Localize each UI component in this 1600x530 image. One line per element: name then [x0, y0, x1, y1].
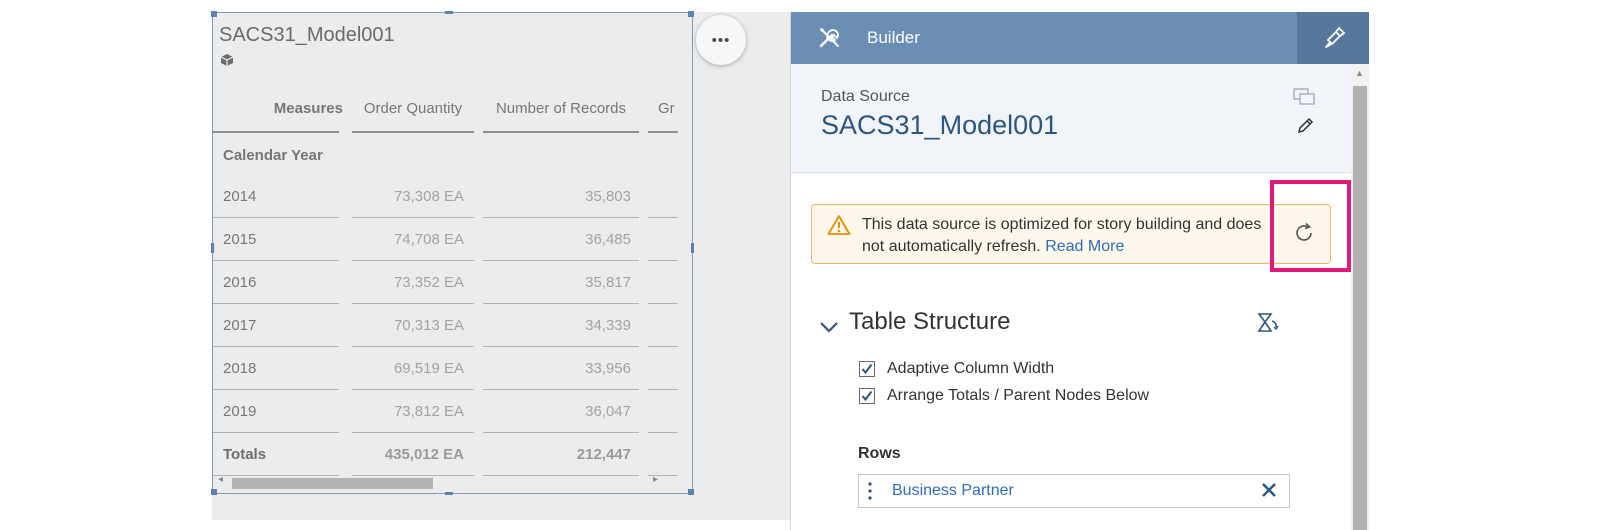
- number-of-records-cell[interactable]: 35,803: [483, 175, 631, 218]
- number-of-records-cell[interactable]: 212,447: [483, 433, 631, 476]
- chevron-down-icon[interactable]: [819, 319, 839, 335]
- checkbox[interactable]: [859, 388, 875, 404]
- table-row: 2015 74,708 EA 36,485: [213, 218, 692, 261]
- header-order-quantity[interactable]: Order Quantity: [352, 85, 474, 133]
- year-cell[interactable]: 2016: [223, 261, 256, 304]
- scrollbar-thumb[interactable]: [232, 478, 433, 489]
- widget-title: SACS31_Model001: [219, 24, 395, 46]
- order-quantity-cell[interactable]: 435,012 EA: [352, 433, 464, 476]
- number-of-records-cell[interactable]: 35,817: [483, 261, 631, 304]
- resize-handle-top-left[interactable]: [211, 11, 217, 17]
- checkbox[interactable]: [859, 361, 875, 377]
- header-underline: [352, 131, 474, 133]
- data-source-name: SACS31_Model001: [821, 110, 1059, 140]
- brush-icon: [1325, 26, 1346, 48]
- totals-label[interactable]: Totals: [223, 433, 266, 476]
- builder-title: Builder: [867, 28, 920, 47]
- header-number-of-records[interactable]: Number of Records: [483, 85, 639, 133]
- data-source-section: Data Source SACS31_Model001: [791, 64, 1351, 173]
- linked-models-icon[interactable]: [1293, 88, 1315, 106]
- year-cell[interactable]: 2019: [223, 390, 256, 433]
- number-of-records-cell[interactable]: 34,339: [483, 304, 631, 347]
- table-totals-row: Totals 435,012 EA 212,447: [213, 433, 692, 476]
- order-quantity-cell[interactable]: 73,812 EA: [352, 390, 464, 433]
- checkbox-label: Arrange Totals / Parent Nodes Below: [887, 387, 1150, 404]
- resize-handle-bottom-left[interactable]: [211, 489, 217, 495]
- dimension-label[interactable]: Calendar Year: [223, 147, 323, 164]
- header-underline: [483, 131, 639, 133]
- warning-text: This data source is optimized for story …: [862, 214, 1272, 258]
- table-row: 2018 69,519 EA 33,956: [213, 347, 692, 390]
- number-of-records-cell[interactable]: 36,047: [483, 390, 631, 433]
- warning-message-strip: This data source is optimized for story …: [811, 204, 1331, 264]
- checkbox-adaptive-column-width[interactable]: Adaptive Column Width: [859, 358, 1054, 380]
- scroll-right-icon[interactable]: ▸: [653, 474, 658, 485]
- data-source-label: Data Source: [821, 88, 910, 105]
- table-row: 2019 73,812 EA 36,047: [213, 390, 692, 433]
- horizontal-scrollbar[interactable]: ◂ ▸: [213, 473, 692, 489]
- table-row: 2017 70,313 EA 34,339: [213, 304, 692, 347]
- scrollbar-thumb[interactable]: [1353, 86, 1367, 530]
- checkbox-arrange-totals-below[interactable]: Arrange Totals / Parent Nodes Below: [859, 385, 1149, 407]
- order-quantity-cell[interactable]: 69,519 EA: [352, 347, 464, 390]
- header-underline: [648, 131, 678, 133]
- drag-handle-icon[interactable]: [868, 481, 872, 501]
- tools-icon: [819, 28, 839, 48]
- number-of-records-cell[interactable]: 33,956: [483, 347, 631, 390]
- year-cell[interactable]: 2015: [223, 218, 256, 261]
- resize-handle-bottom[interactable]: [445, 492, 453, 495]
- scroll-left-icon[interactable]: ◂: [218, 474, 223, 485]
- table-structure-title[interactable]: Table Structure: [849, 308, 1010, 336]
- header-gr-partial[interactable]: Gr: [648, 85, 688, 133]
- year-cell[interactable]: 2014: [223, 175, 256, 218]
- swap-axis-icon[interactable]: [1257, 312, 1279, 334]
- warning-icon: [827, 215, 851, 235]
- scroll-up-icon[interactable]: ▲: [1355, 68, 1364, 78]
- year-cell[interactable]: 2017: [223, 304, 256, 347]
- builder-header: Builder: [791, 12, 1369, 64]
- rows-dimension-token[interactable]: Business Partner: [858, 474, 1290, 508]
- cube-icon: [220, 54, 234, 66]
- edit-pencil-icon[interactable]: [1295, 116, 1315, 136]
- order-quantity-cell[interactable]: 73,352 EA: [352, 261, 464, 304]
- more-options-button[interactable]: •••: [696, 15, 746, 65]
- resize-handle-top[interactable]: [445, 11, 453, 14]
- checkbox-label: Adaptive Column Width: [887, 360, 1055, 377]
- number-of-records-cell[interactable]: 36,485: [483, 218, 631, 261]
- vertical-scrollbar[interactable]: ▲: [1351, 64, 1369, 530]
- header-measures[interactable]: Measures: [217, 85, 343, 133]
- resize-handle-bottom-right[interactable]: [688, 489, 694, 495]
- refresh-highlight-box: [1270, 180, 1351, 272]
- check-icon: [861, 363, 873, 375]
- order-quantity-cell[interactable]: 73,308 EA: [352, 175, 464, 218]
- resize-handle-top-right[interactable]: [688, 11, 694, 17]
- check-icon: [861, 390, 873, 402]
- dimension-name[interactable]: Business Partner: [892, 475, 1014, 507]
- table-row: 2014 73,308 EA 35,803: [213, 175, 692, 218]
- table-widget[interactable]: SACS31_Model001 Measures Order Quantity …: [211, 11, 694, 495]
- order-quantity-cell[interactable]: 70,313 EA: [352, 304, 464, 347]
- designer-tab[interactable]: [1297, 12, 1369, 64]
- read-more-link[interactable]: Read More: [1045, 238, 1124, 255]
- rows-section-label: Rows: [858, 445, 901, 462]
- remove-icon[interactable]: [1261, 482, 1277, 498]
- year-cell[interactable]: 2018: [223, 347, 256, 390]
- header-underline: [213, 131, 339, 133]
- order-quantity-cell[interactable]: 74,708 EA: [352, 218, 464, 261]
- table-row: 2016 73,352 EA 35,817: [213, 261, 692, 304]
